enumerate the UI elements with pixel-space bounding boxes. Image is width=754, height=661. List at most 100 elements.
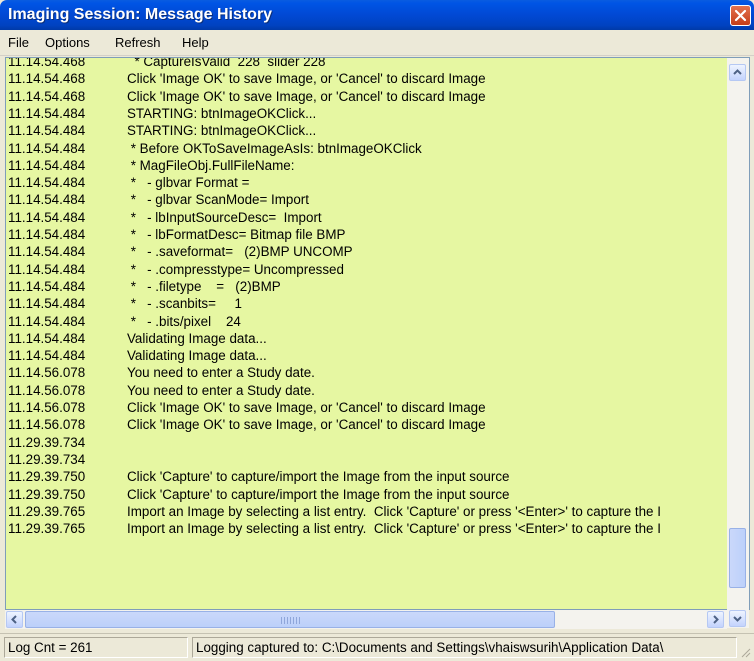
log-timestamp: 11.14.54.484 [8,296,86,312]
log-message: * - .bits/pixel 24 [127,313,241,329]
log-row[interactable]: 11.14.54.484 * - .saveformat= (2)BMP UNC… [6,244,728,260]
log-timestamp: 11.29.39.765 [8,503,86,519]
log-message: * - lbFormatDesc= Bitmap file BMP [127,227,346,242]
log-timestamp: 11.14.54.468 [8,57,86,69]
arrow-down-icon [733,616,742,622]
log-row[interactable]: 11.14.54.484 * - .compresstype= Uncompre… [6,262,728,278]
log-row[interactable]: 11.14.54.484 Validating Image data... [6,331,728,347]
log-row[interactable]: 11.29.39.750 Click 'Capture' to capture/i… [6,469,728,485]
log-row[interactable]: 11.14.54.484 Validating Image data... [6,348,728,364]
thumb-grip [281,617,301,624]
log-row[interactable]: 11.14.54.484 * - glbvar ScanMode= Import [6,192,728,208]
log-row[interactable]: 11.14.54.468 * CaptureIsValid 228 slider… [6,57,728,70]
log-message: STARTING: btnImageOKClick... [127,105,317,121]
log-row[interactable]: 11.14.54.484 * - glbvar Format = [6,175,728,191]
log-message: You need to enter a Study date. [127,365,315,381]
close-icon [734,9,747,22]
log-row[interactable]: 11.14.54.484 * Before OKToSaveImageAsIs:… [6,141,728,157]
log-timestamp: 11.14.54.484 [8,175,86,191]
log-message: Click 'Capture' to capture/import the Im… [127,469,510,485]
log-message: Click 'Capture' to capture/import the Im… [127,486,510,502]
log-message: * - .scanbits= 1 [127,296,242,312]
log-message: Click 'Image OK' to save Image, or 'Canc… [127,71,486,87]
menu-file[interactable]: File [8,35,29,50]
log-timestamp: 11.14.54.484 [8,209,86,225]
log-message: STARTING: btnImageOKClick... [127,123,317,139]
logging-path-panel: Logging captured to: C:\Documents and Se… [192,637,737,658]
log-message: * MagFileObj.FullFileName: [127,157,295,173]
close-button[interactable] [730,5,751,26]
log-row[interactable]: 11.29.39.734 [6,435,728,451]
log-row[interactable]: 11.14.54.484 * - lbFormatDesc= Bitmap fi… [6,227,728,243]
menu-refresh[interactable]: Refresh [115,35,161,50]
log-row[interactable]: 11.14.54.484 STARTING: btnImageOKClick... [6,106,728,122]
log-row[interactable]: 11.14.54.468 Click 'Image OK' to save Ima… [6,89,728,105]
log-row[interactable]: 11.14.54.484 STARTING: btnImageOKClick... [6,123,728,139]
log-row[interactable]: 11.14.56.078 You need to enter a Study da… [6,365,728,381]
menu-options[interactable]: Options [45,35,90,50]
log-message: * - lbInputSourceDesc= Import [127,209,322,225]
log-timestamp: 11.29.39.765 [8,521,86,537]
log-timestamp: 11.14.54.484 [8,330,86,346]
log-message: * - .compresstype= Uncompressed [127,261,344,277]
log-message: * Before OKToSaveImageAsIs: btnImageOKCl… [127,140,422,156]
log-timestamp: 11.29.39.750 [8,486,86,502]
horizontal-scrollbar[interactable] [5,610,727,629]
log-row[interactable]: 11.29.39.750 Click 'Capture' to capture/i… [6,487,728,503]
log-timestamp: 11.14.54.484 [8,313,86,329]
menu-help[interactable]: Help [182,35,209,50]
log-row[interactable]: 11.14.54.484 * - .bits/pixel 24 [6,314,728,330]
log-timestamp: 11.14.54.484 [8,140,86,156]
log-timestamp: 11.14.54.484 [8,157,86,173]
log-timestamp: 11.29.39.734 [8,451,86,467]
arrow-left-icon [11,615,17,624]
scroll-right-button[interactable] [707,611,724,628]
log-message: * - .filetype = (2)BMP [127,278,281,294]
log-row[interactable]: 11.14.54.484 * - lbInputSourceDesc= Impo… [6,210,728,226]
resize-grip-icon[interactable] [739,646,751,658]
log-row[interactable]: 11.14.56.078 You need to enter a Study da… [6,383,728,399]
log-timestamp: 11.29.39.750 [8,469,86,485]
log-timestamp: 11.14.54.484 [8,123,86,139]
log-message: Validating Image data... [127,348,267,364]
log-row[interactable]: 11.14.54.484 * MagFileObj.FullFileName: [6,158,728,174]
log-row[interactable]: 11.29.39.765 Import an Image by selecting… [6,521,728,537]
log-timestamp: 11.14.54.484 [8,261,86,277]
log-message: * - glbvar ScanMode= Import [127,192,309,208]
log-row[interactable]: 11.14.54.484 * - .scanbits= 1 [6,296,728,312]
log-timestamp: 11.14.54.468 [8,88,86,104]
horizontal-scroll-thumb[interactable] [25,611,555,628]
log-message: Click 'Image OK' to save Image, or 'Canc… [127,417,486,433]
log-timestamp: 11.14.54.484 [8,105,86,121]
status-bar: Log Cnt = 261 Logging captured to: C:\Do… [0,633,754,661]
log-row[interactable]: 11.29.39.765 Import an Image by selecting… [6,504,728,520]
scroll-down-button[interactable] [729,610,746,627]
log-row[interactable]: 11.14.54.468 Click 'Image OK' to save Ima… [6,71,728,87]
log-timestamp: 11.14.54.484 [8,244,86,260]
title-bar[interactable]: Imaging Session: Message History [0,0,754,30]
log-timestamp: 11.14.54.468 [8,71,86,87]
log-row[interactable]: 11.14.56.078 Click 'Image OK' to save Ima… [6,400,728,416]
log-timestamp: 11.14.56.078 [8,417,86,433]
log-message: * CaptureIsValid 228 slider 228 [127,57,326,69]
log-row[interactable]: 11.14.56.078 Click 'Image OK' to save Ima… [6,417,728,433]
arrow-right-icon [713,615,719,624]
message-log-list[interactable]: 11.14.54.468 * CaptureIsValid 228 slider… [5,57,750,610]
log-timestamp: 11.14.54.484 [8,227,86,242]
vertical-scroll-thumb[interactable] [729,528,746,588]
scroll-left-button[interactable] [6,611,23,628]
vertical-scrollbar[interactable] [727,58,749,628]
log-message: Click 'Image OK' to save Image, or 'Canc… [127,400,486,415]
log-message: * - glbvar Format = [127,175,250,191]
scroll-up-button[interactable] [729,64,746,81]
log-message: Validating Image data... [127,330,267,346]
log-timestamp: 11.14.56.078 [8,365,86,381]
log-message: Import an Image by selecting a list entr… [127,521,661,537]
log-count-panel: Log Cnt = 261 [4,637,188,658]
log-row[interactable]: 11.14.54.484 * - .filetype = (2)BMP [6,279,728,295]
log-timestamp: 11.14.54.484 [8,278,86,294]
log-row[interactable]: 11.29.39.734 [6,452,728,468]
menu-bar: File Options Refresh Help [0,30,754,56]
log-message: Click 'Image OK' to save Image, or 'Canc… [127,88,486,104]
log-timestamp: 11.14.54.484 [8,348,86,364]
